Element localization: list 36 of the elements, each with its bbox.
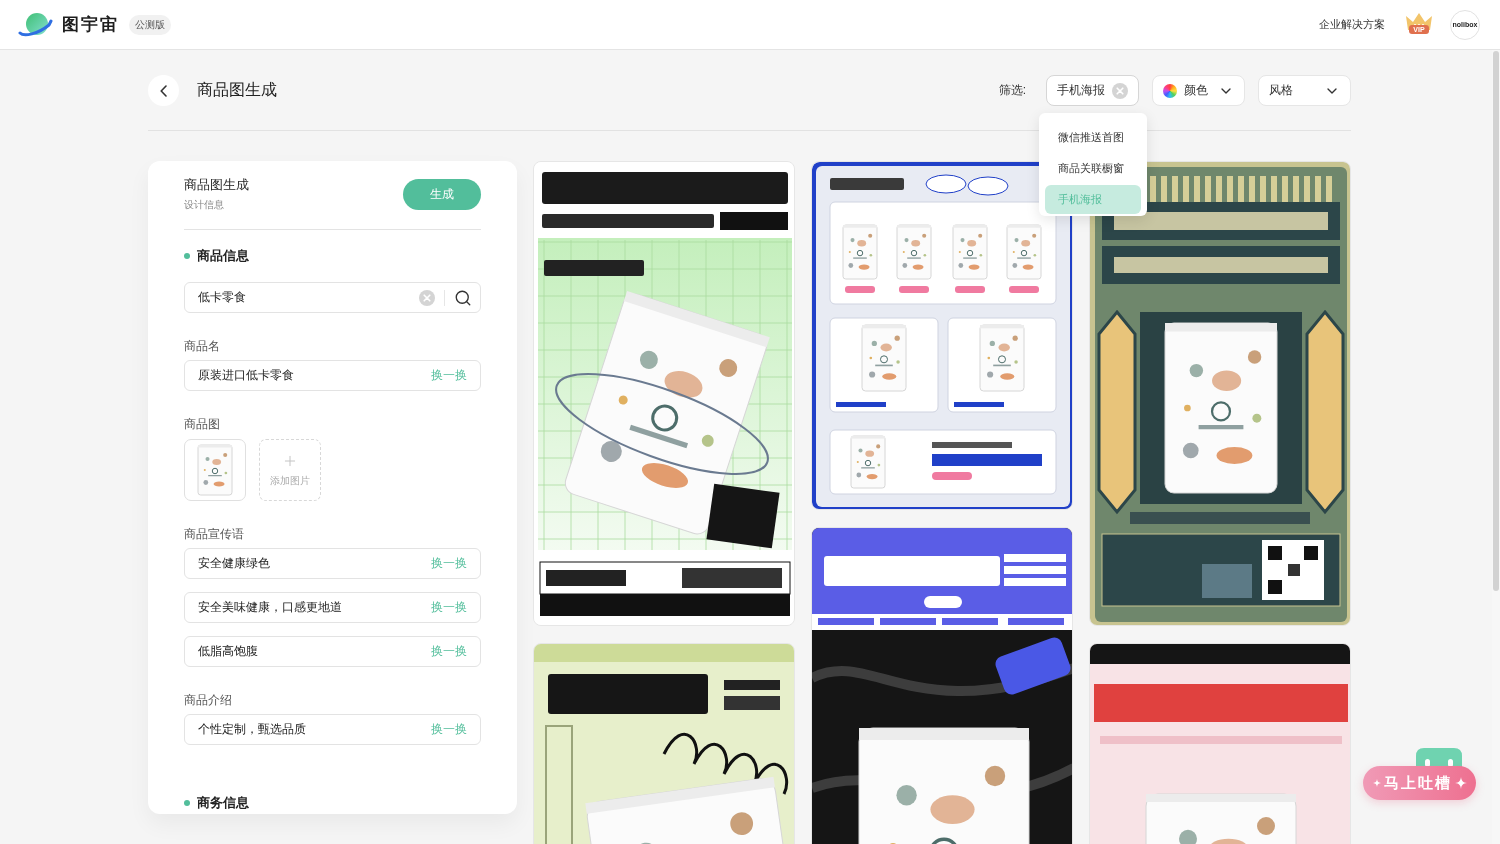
menu-option[interactable]: 微信推送首图 [1045, 123, 1141, 152]
sparkle-icon [1372, 779, 1381, 787]
section-title: 商品信息 [197, 247, 249, 265]
poster-image[interactable] [533, 161, 795, 626]
scrollbar-thumb[interactable] [1493, 51, 1499, 591]
filter-select[interactable]: 手机海报 [1046, 75, 1139, 106]
filter-select[interactable]: 颜色 [1152, 75, 1245, 106]
sparkle-icon [1454, 777, 1467, 789]
beta-badge: 公测版 [129, 14, 171, 35]
page-title: 商品图生成 [197, 80, 277, 100]
text-field[interactable]: 个性定制，甄选品质 换一换 [184, 714, 481, 745]
chevron-left-icon [160, 84, 167, 97]
text-field[interactable]: 安全美味健康，口感更地道 换一换 [184, 592, 481, 623]
search-icon[interactable] [454, 288, 472, 307]
solutions-link[interactable]: 企业解决方案 [1319, 17, 1385, 32]
field-label: 商品名 [184, 338, 221, 354]
text-field[interactable]: 低脂高饱腹 换一换 [184, 636, 481, 667]
field-label: 商品介绍 [184, 692, 233, 708]
menu-option[interactable]: 商品关联橱窗 [1045, 154, 1141, 183]
field-label: 商品图 [184, 416, 221, 432]
filter-select[interactable]: 风格 [1258, 75, 1351, 106]
product-image-thumbnail[interactable] [184, 439, 246, 501]
section-dot-icon [184, 800, 190, 806]
section-dot-icon [184, 253, 190, 259]
section-title: 商务信息 [197, 794, 249, 812]
panel-title: 商品图生成 [184, 176, 249, 194]
color-wheel-icon [1163, 83, 1177, 98]
planet-logo-icon [18, 11, 54, 38]
text-field[interactable]: 原装进口低卡零食 换一换 [184, 360, 481, 391]
search-field[interactable]: 低卡零食 [184, 282, 481, 313]
back-button[interactable] [148, 75, 179, 106]
filter-label: 筛选: [998, 82, 1026, 99]
brand-name: 图宇宙 [62, 14, 119, 36]
panel-subtitle: 设计信息 [184, 198, 225, 212]
field-label: 商品宣传语 [184, 526, 245, 542]
text-field[interactable]: 安全健康绿色 换一换 [184, 548, 481, 579]
